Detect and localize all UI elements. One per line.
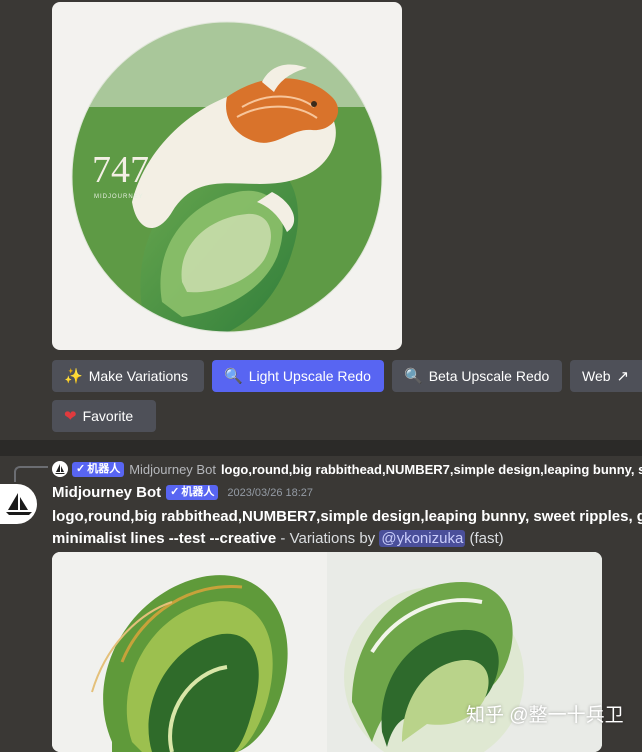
make-variations-label: Make Variations xyxy=(88,368,189,384)
light-upscale-redo-button[interactable]: 🔍 Light Upscale Redo xyxy=(212,360,384,392)
beta-upscale-redo-button[interactable]: 🔍 Beta Upscale Redo xyxy=(392,360,562,392)
svg-text:MIDJOURNEY: MIDJOURNEY xyxy=(94,194,144,200)
sailboat-icon xyxy=(55,464,65,474)
message-header: Midjourney Bot ✓ 机器人 2023/03/26 18:27 xyxy=(52,484,313,501)
magnifier-icon: 🔍 xyxy=(404,367,423,385)
web-label: Web xyxy=(582,368,611,384)
reply-connector xyxy=(14,466,48,482)
check-icon: ✓ xyxy=(76,462,86,475)
web-button[interactable]: Web ↗ xyxy=(570,360,642,392)
message-divider xyxy=(0,440,642,456)
speed-text: (fast) xyxy=(465,530,504,547)
favorite-label: Favorite xyxy=(82,408,134,424)
bot-badge: ✓ 机器人 xyxy=(166,485,219,500)
favorite-button[interactable]: ❤ Favorite xyxy=(52,400,156,432)
reply-preview[interactable]: ✓ 机器人 Midjourney Bot logo,round,big rabbi… xyxy=(72,460,642,478)
rabbit-logo-artwork: 747 MIDJOURNEY xyxy=(71,21,383,333)
generated-image[interactable]: 747 MIDJOURNEY xyxy=(52,2,402,350)
check-icon: ✓ xyxy=(170,486,180,498)
svg-text:747: 747 xyxy=(92,149,149,191)
heart-icon: ❤ xyxy=(64,407,77,425)
external-link-icon: ↗ xyxy=(616,367,630,385)
reply-author[interactable]: Midjourney Bot xyxy=(129,462,216,477)
prompt-line-2: minimalist lines --test --creative xyxy=(52,530,277,547)
message-content: logo,round,big rabbithead,NUMBER7,simple… xyxy=(52,506,642,550)
author-name[interactable]: Midjourney Bot xyxy=(52,484,161,501)
light-upscale-redo-label: Light Upscale Redo xyxy=(248,368,371,384)
magnifier-icon: 🔍 xyxy=(224,367,243,385)
beta-upscale-redo-label: Beta Upscale Redo xyxy=(428,368,550,384)
make-variations-button[interactable]: ✨ Make Variations xyxy=(52,360,204,392)
magic-wand-icon: ✨ xyxy=(64,367,83,385)
timestamp: 2023/03/26 18:27 xyxy=(227,486,314,499)
watermark: 知乎 @整一十兵卫 xyxy=(466,705,624,726)
bot-badge: ✓ 机器人 xyxy=(72,461,125,477)
avatar[interactable] xyxy=(0,484,37,524)
variations-by-text: - Variations by xyxy=(276,530,380,547)
prompt-line-1: logo,round,big rabbithead,NUMBER7,simple… xyxy=(52,508,642,525)
user-mention[interactable]: @ykonizuka xyxy=(379,530,466,547)
sailboat-icon xyxy=(5,493,32,515)
reply-avatar[interactable] xyxy=(52,461,68,477)
reply-text: logo,round,big rabbithead,NUMBER7,simple… xyxy=(220,461,642,477)
